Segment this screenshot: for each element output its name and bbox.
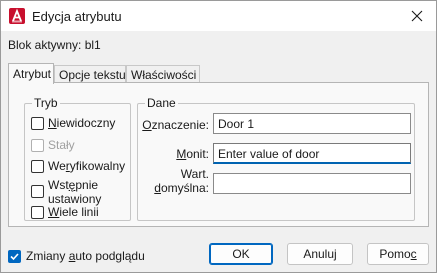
attribute-edit-dialog: Edycja atrybutu Blok aktywny: bl1 Atrybu… [0,0,437,273]
cancel-button[interactable]: Anuluj [287,243,353,265]
multiline-checkbox-box[interactable] [31,206,44,219]
invisible-checkbox-label: Niewidoczny [48,116,116,130]
constant-checkbox-label: Stały [48,138,75,152]
auto-preview-checkbox-box[interactable] [8,249,21,263]
autocad-a-icon [9,8,25,24]
verify-checkbox-box[interactable] [31,160,44,173]
verify-checkbox-label: Weryfikowalny [48,159,126,173]
window-title: Edycja atrybutu [32,9,122,24]
preset-checkbox-label: Wstępnie ustawiony [48,178,102,206]
invisible-checkbox[interactable]: Niewidoczny [31,116,115,130]
data-group: Dane Oznaczenie: Door 1 Monit: Enter val… [137,96,415,221]
multiline-checkbox[interactable]: Wiele linii [31,205,99,219]
close-icon [411,10,423,22]
default-input[interactable] [213,173,411,194]
auto-preview-label: Zmiany auto podglądu [26,249,145,263]
mode-group-title: Tryb [32,96,60,110]
constant-checkbox: Stały [31,138,75,152]
tag-label: Oznaczenie: [142,118,209,132]
close-button[interactable] [404,5,430,27]
mode-group: Tryb Niewidoczny Stały Weryfikowalny Wst… [24,96,131,221]
default-label: Wart. domyślna: [154,167,209,195]
preset-checkbox[interactable]: Wstępnie ustawiony [31,178,101,206]
invisible-checkbox-box[interactable] [31,117,44,130]
checkmark-icon [10,252,19,260]
auto-preview-checkbox[interactable]: Zmiany auto podglądu [8,249,145,263]
tag-input[interactable]: Door 1 [213,113,411,134]
help-button[interactable]: Pomoc [367,243,429,265]
ok-button[interactable]: OK [209,243,273,265]
tab-attribute[interactable]: Atrybut [8,63,54,84]
tab-text-options[interactable]: Opcje tekstu [54,65,126,83]
prompt-label: Monit: [176,147,209,161]
title-bar: Edycja atrybutu [1,1,436,31]
data-group-title: Dane [145,96,178,110]
preset-checkbox-box[interactable] [31,185,44,198]
active-block-label: Blok aktywny: bl1 [8,38,101,52]
verify-checkbox[interactable]: Weryfikowalny [31,159,125,173]
attribute-tab-panel: Tryb Niewidoczny Stały Weryfikowalny Wst… [8,82,429,227]
multiline-checkbox-label: Wiele linii [48,205,99,219]
constant-checkbox-box [31,139,44,152]
tab-properties[interactable]: Właściwości [126,65,200,83]
prompt-input[interactable]: Enter value of door [213,143,411,164]
